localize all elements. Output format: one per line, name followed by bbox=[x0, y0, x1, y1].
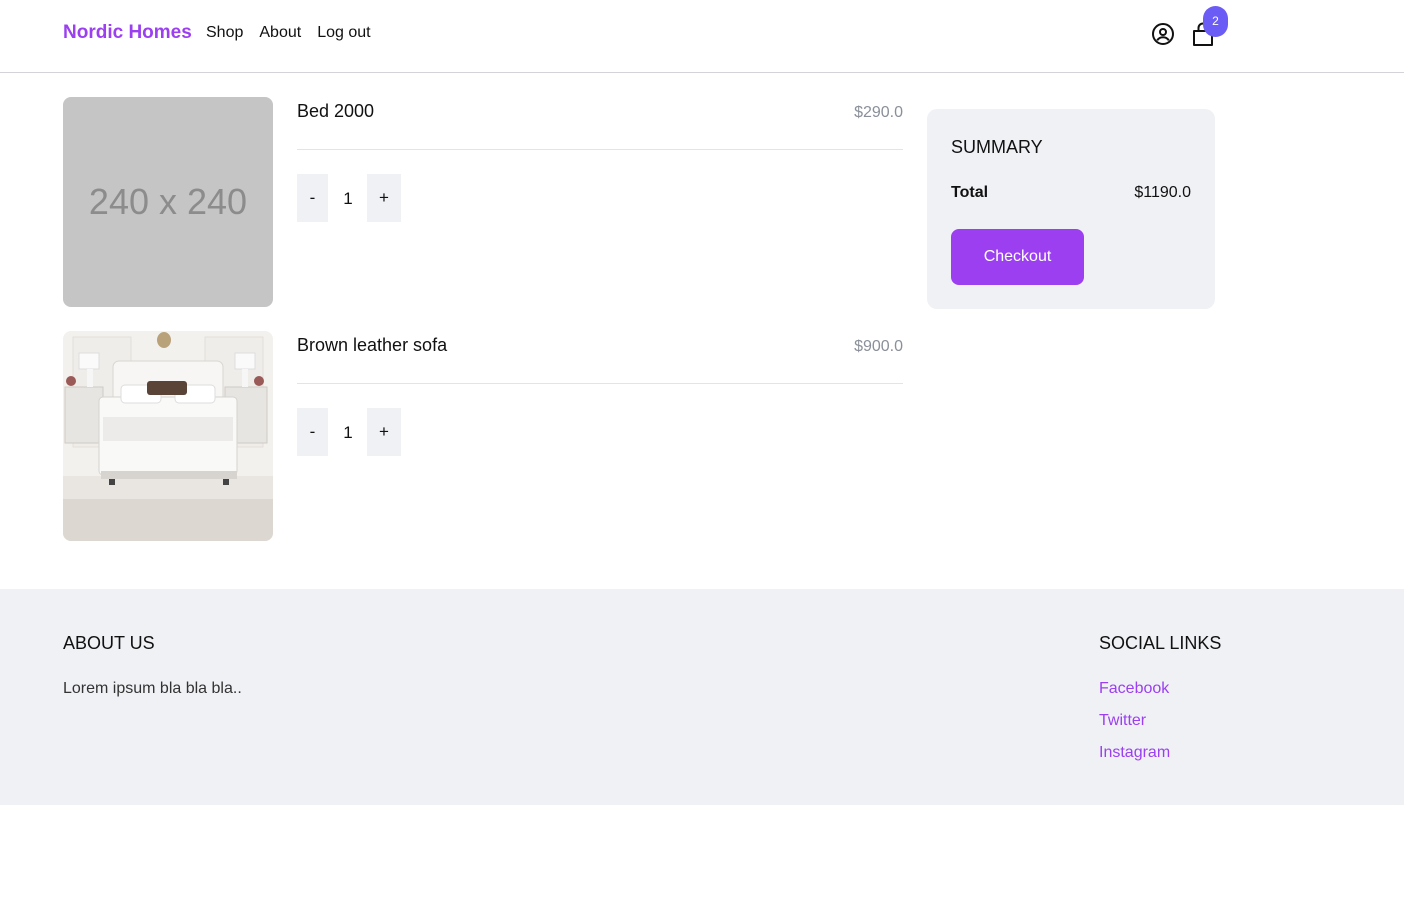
nav-about[interactable]: About bbox=[259, 24, 301, 42]
placeholder-label: 240 x 240 bbox=[88, 181, 248, 222]
brand-logo[interactable]: Nordic Homes bbox=[63, 22, 192, 44]
decrement-quantity-button[interactable]: - bbox=[297, 408, 328, 456]
quantity-value: 1 bbox=[343, 189, 353, 208]
footer-about-title: ABOUT US bbox=[63, 633, 155, 653]
nav-logout[interactable]: Log out bbox=[317, 24, 370, 42]
total-value: $1190.0 bbox=[1134, 184, 1191, 201]
cart-count-badge: 2 bbox=[1203, 6, 1228, 37]
cart-item-name: Bed 2000 bbox=[297, 101, 375, 121]
footer-link-twitter[interactable]: Twitter bbox=[1099, 712, 1146, 730]
footer-link-facebook[interactable]: Facebook bbox=[1099, 680, 1169, 698]
site-header: Nordic Homes Shop About Log out 2 bbox=[0, 0, 1404, 73]
increment-quantity-button[interactable]: + bbox=[367, 174, 401, 222]
main-nav: Shop About Log out bbox=[206, 24, 387, 42]
site-footer: ABOUT US Lorem ipsum bla bla bla.. SOCIA… bbox=[0, 589, 1404, 805]
item-divider bbox=[297, 149, 903, 150]
bedroom-photo bbox=[63, 331, 273, 541]
quantity-value: 1 bbox=[343, 423, 353, 442]
product-image-bedroom bbox=[63, 331, 273, 541]
cart-item-price: $900.0 bbox=[854, 338, 903, 355]
total-label: Total bbox=[951, 184, 989, 201]
product-image-placeholder: 240 x 240 bbox=[63, 97, 273, 307]
nav-shop[interactable]: Shop bbox=[206, 24, 243, 42]
decrement-quantity-button[interactable]: - bbox=[297, 174, 328, 222]
footer-link-instagram[interactable]: Instagram bbox=[1099, 744, 1170, 762]
user-account-icon[interactable] bbox=[1151, 22, 1175, 46]
footer-social-title: SOCIAL LINKS bbox=[1099, 633, 1222, 653]
footer-about-text: Lorem ipsum bla bla bla.. bbox=[63, 680, 242, 697]
order-summary-panel: SUMMARY Total $1190.0 Checkout bbox=[927, 109, 1215, 309]
checkout-button[interactable]: Checkout bbox=[951, 229, 1084, 285]
cart-item-price: $290.0 bbox=[854, 104, 903, 121]
increment-quantity-button[interactable]: + bbox=[367, 408, 401, 456]
cart-item-name: Brown leather sofa bbox=[297, 335, 448, 355]
item-divider bbox=[297, 383, 903, 384]
summary-title: SUMMARY bbox=[951, 137, 1043, 157]
